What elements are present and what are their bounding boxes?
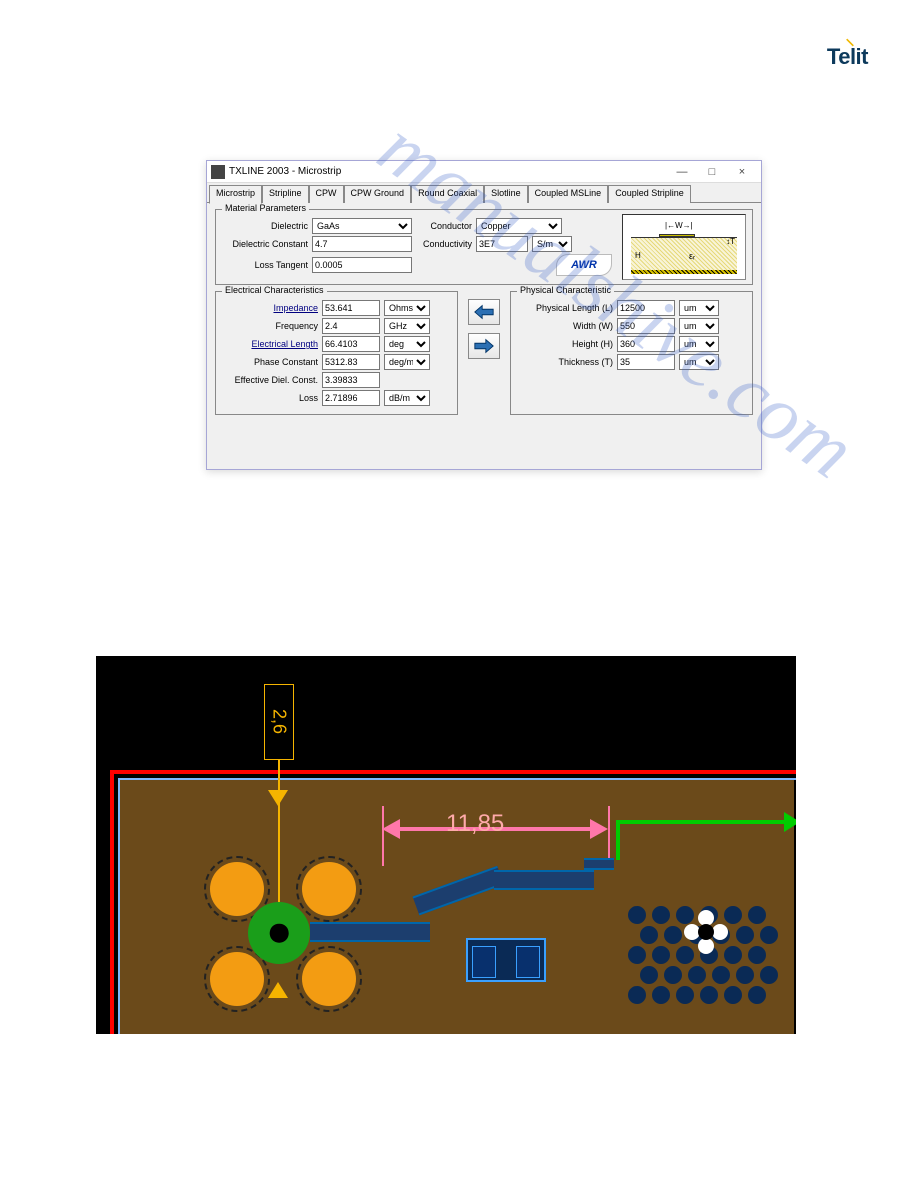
pcb-pad-rf bbox=[248, 902, 310, 964]
arrow-right-icon bbox=[473, 337, 495, 355]
tabs: Microstrip Stripline CPW CPW Ground Roun… bbox=[207, 183, 761, 203]
phys-height-input[interactable] bbox=[617, 336, 675, 352]
physical-group-title: Physical Characteristic bbox=[517, 285, 614, 295]
conductivity-unit-select[interactable]: S/m bbox=[532, 236, 572, 252]
pcb-pad bbox=[302, 862, 356, 916]
dielectric-select[interactable]: GaAs bbox=[312, 218, 412, 234]
frequency-input[interactable] bbox=[322, 318, 380, 334]
pcb-layout-figure: 2,6 11,85 bbox=[96, 656, 796, 1034]
phys-width-label: Width (W) bbox=[517, 321, 613, 331]
loss-tangent-label: Loss Tangent bbox=[222, 260, 308, 270]
minimize-button[interactable]: — bbox=[667, 163, 697, 181]
close-button[interactable]: × bbox=[727, 163, 757, 181]
phase-const-unit-select[interactable]: deg/m bbox=[384, 354, 430, 370]
loss-label: Loss bbox=[222, 393, 318, 403]
phys-thickness-unit-select[interactable]: um bbox=[679, 354, 719, 370]
phys-thickness-input[interactable] bbox=[617, 354, 675, 370]
dimension-vertical-line bbox=[278, 760, 280, 910]
pcb-pad bbox=[210, 952, 264, 1006]
conductor-select[interactable]: Copper bbox=[476, 218, 562, 234]
titlebar[interactable]: TXLINE 2003 - Microstrip — □ × bbox=[207, 161, 761, 183]
phys-width-unit-select[interactable]: um bbox=[679, 318, 719, 334]
dielectric-label: Dielectric bbox=[222, 221, 308, 231]
loss-tangent-input[interactable] bbox=[312, 257, 412, 273]
loss-unit-select[interactable]: dB/m bbox=[384, 390, 430, 406]
dimension-horizontal-value: 11,85 bbox=[446, 810, 504, 838]
impedance-label[interactable]: Impedance bbox=[222, 303, 318, 313]
electrical-group-title: Electrical Characteristics bbox=[222, 285, 327, 295]
elec-length-input[interactable] bbox=[322, 336, 380, 352]
dielectric-const-label: Dielectric Constant bbox=[222, 239, 308, 249]
dimension-arrow-icon bbox=[268, 982, 288, 998]
conductivity-input[interactable] bbox=[476, 236, 528, 252]
diagram-er-label: εᵣ bbox=[689, 251, 695, 261]
phys-length-label: Physical Length (L) bbox=[517, 303, 613, 313]
diagram-t-label: ↕T bbox=[726, 237, 735, 246]
rf-trace bbox=[584, 858, 614, 870]
loss-input[interactable] bbox=[322, 390, 380, 406]
conductivity-label: Conductivity bbox=[416, 239, 472, 249]
compute-direction-panel bbox=[464, 291, 504, 421]
phys-width-input[interactable] bbox=[617, 318, 675, 334]
dimension-arrow-icon bbox=[382, 819, 400, 839]
material-group-title: Material Parameters bbox=[222, 203, 309, 213]
tab-stripline[interactable]: Stripline bbox=[262, 185, 309, 203]
tab-cpw[interactable]: CPW bbox=[309, 185, 344, 203]
maximize-button[interactable]: □ bbox=[697, 163, 727, 181]
phys-length-unit-select[interactable]: um bbox=[679, 300, 719, 316]
dimension-vertical: 2,6 bbox=[264, 684, 294, 760]
logo-accent-icon: ⸌ bbox=[846, 34, 855, 58]
tab-microstrip[interactable]: Microstrip bbox=[209, 185, 262, 204]
elec-length-unit-select[interactable]: deg bbox=[384, 336, 430, 352]
rf-trace bbox=[494, 870, 594, 890]
tab-cpw-ground[interactable]: CPW Ground bbox=[344, 185, 412, 203]
phase-const-label: Phase Constant bbox=[222, 357, 318, 367]
conductor-label: Conductor bbox=[416, 221, 472, 231]
tab-coupled-msline[interactable]: Coupled MSLine bbox=[528, 185, 609, 203]
green-direction-stub bbox=[616, 820, 620, 860]
eff-diel-input[interactable] bbox=[322, 372, 380, 388]
tab-slotline[interactable]: Slotline bbox=[484, 185, 528, 203]
rf-trace bbox=[310, 922, 430, 942]
dimension-horizontal: 11,85 bbox=[382, 814, 608, 844]
pcb-pad bbox=[210, 862, 264, 916]
impedance-unit-select[interactable]: Ohms bbox=[384, 300, 430, 316]
compute-right-button[interactable] bbox=[468, 333, 500, 359]
phase-const-input[interactable] bbox=[322, 354, 380, 370]
phys-height-label: Height (H) bbox=[517, 339, 613, 349]
eff-diel-label: Effective Diel. Const. bbox=[222, 375, 318, 385]
tab-coupled-stripline[interactable]: Coupled Stripline bbox=[608, 185, 691, 203]
txline-window: TXLINE 2003 - Microstrip — □ × Microstri… bbox=[206, 160, 762, 470]
impedance-input[interactable] bbox=[322, 300, 380, 316]
elec-length-label[interactable]: Electrical Length bbox=[222, 339, 318, 349]
arrow-left-icon bbox=[473, 303, 495, 321]
phys-length-input[interactable] bbox=[617, 300, 675, 316]
compute-left-button[interactable] bbox=[468, 299, 500, 325]
window-title: TXLINE 2003 - Microstrip bbox=[229, 166, 667, 177]
dimension-arrow-icon bbox=[268, 790, 288, 806]
physical-characteristic-group: Physical Characteristic Physical Length … bbox=[510, 291, 753, 415]
phys-thickness-label: Thickness (T) bbox=[517, 357, 613, 367]
diagram-h-label: H bbox=[635, 251, 641, 260]
telit-logo: ⸌ Telit bbox=[827, 44, 868, 70]
material-parameters-group: Material Parameters |←W→| H εᵣ ↕T Dielec… bbox=[215, 209, 753, 285]
green-direction-arrow-icon bbox=[616, 820, 786, 824]
frequency-label: Frequency bbox=[222, 321, 318, 331]
dielectric-const-input[interactable] bbox=[312, 236, 412, 252]
dimension-extension-line bbox=[608, 806, 610, 866]
dimension-arrow-icon bbox=[590, 819, 608, 839]
app-icon bbox=[211, 165, 225, 179]
diagram-w-label: |←W→| bbox=[665, 221, 693, 230]
fiducial-icon bbox=[684, 910, 728, 954]
phys-height-unit-select[interactable]: um bbox=[679, 336, 719, 352]
pcb-pad bbox=[302, 952, 356, 1006]
via-cluster bbox=[628, 906, 788, 1026]
tab-round-coaxial[interactable]: Round Coaxial bbox=[411, 185, 484, 203]
frequency-unit-select[interactable]: GHz bbox=[384, 318, 430, 334]
awr-logo: AWR bbox=[556, 254, 612, 276]
electrical-characteristics-group: Electrical Characteristics Impedance Ohm… bbox=[215, 291, 458, 415]
smd-component bbox=[466, 938, 546, 982]
cross-section-diagram: |←W→| H εᵣ ↕T bbox=[622, 214, 746, 280]
